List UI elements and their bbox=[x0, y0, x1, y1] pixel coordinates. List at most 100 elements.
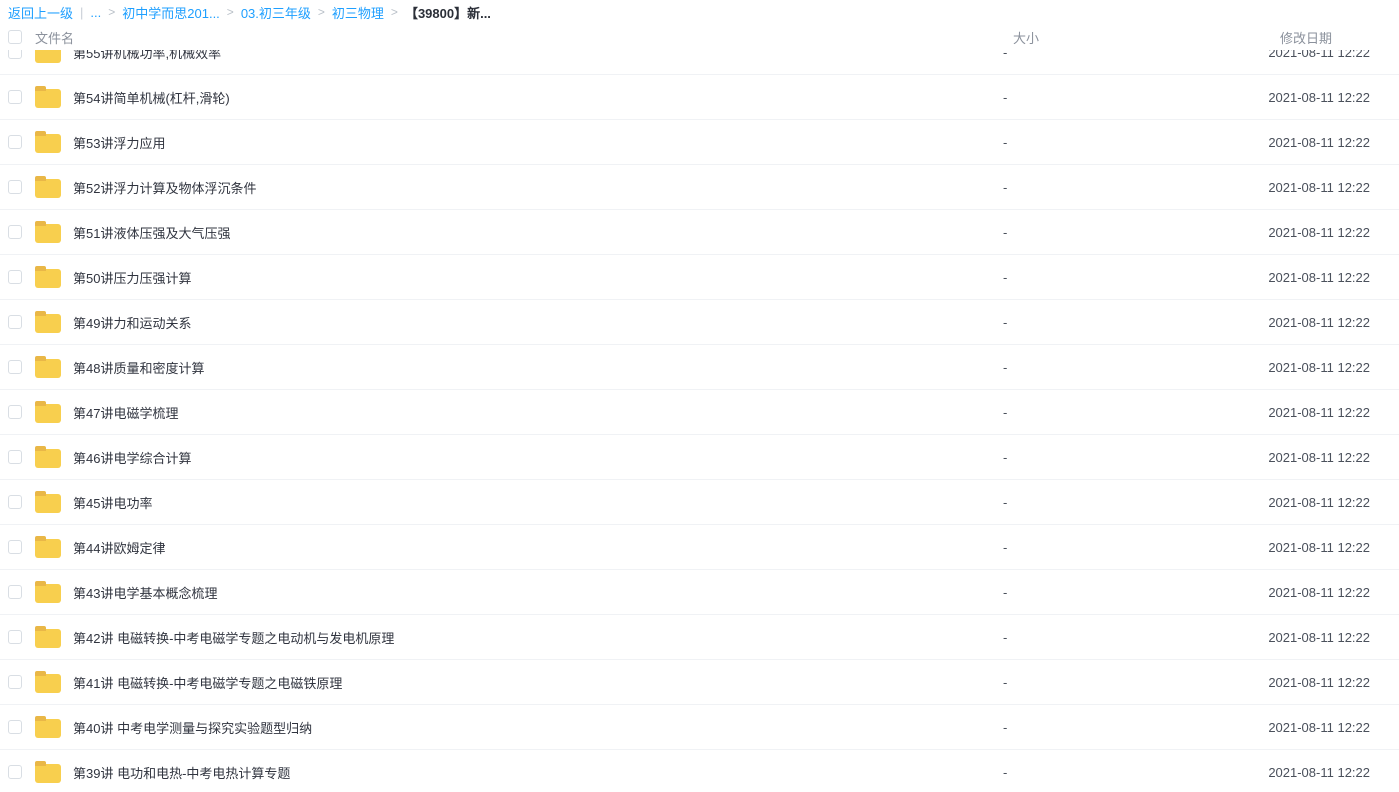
file-name-link[interactable]: 第47讲电磁学梳理 bbox=[73, 403, 1003, 422]
file-row[interactable]: 第55讲机械功率,机械效率 - 2021-08-11 12:22 bbox=[0, 50, 1399, 75]
file-row[interactable]: 第42讲 电磁转换-中考电磁学专题之电动机与发电机原理 - 2021-08-11… bbox=[0, 615, 1399, 660]
file-modified-date: 2021-08-11 12:22 bbox=[1153, 270, 1370, 285]
breadcrumb-link-3[interactable]: 初三物理 bbox=[332, 3, 384, 22]
file-row[interactable]: 第54讲简单机械(杠杆,滑轮) - 2021-08-11 12:22 bbox=[0, 75, 1399, 120]
file-row[interactable]: 第48讲质量和密度计算 - 2021-08-11 12:22 bbox=[0, 345, 1399, 390]
file-row[interactable]: 第40讲 中考电学测量与探究实验题型归纳 - 2021-08-11 12:22 bbox=[0, 705, 1399, 750]
file-name-link[interactable]: 第48讲质量和密度计算 bbox=[73, 358, 1003, 377]
file-row[interactable]: 第47讲电磁学梳理 - 2021-08-11 12:22 bbox=[0, 390, 1399, 435]
breadcrumb: 返回上一级 | ... > 初中学而思201... > 03.初三年级 > 初三… bbox=[0, 0, 1399, 24]
file-row[interactable]: 第46讲电学综合计算 - 2021-08-11 12:22 bbox=[0, 435, 1399, 480]
folder-icon bbox=[35, 584, 61, 603]
file-modified-date: 2021-08-11 12:22 bbox=[1153, 630, 1370, 645]
row-checkbox[interactable] bbox=[8, 765, 22, 779]
row-checkbox[interactable] bbox=[8, 50, 22, 59]
row-checkbox[interactable] bbox=[8, 675, 22, 689]
row-checkbox[interactable] bbox=[8, 405, 22, 419]
file-size: - bbox=[1003, 405, 1153, 420]
folder-icon bbox=[35, 764, 61, 783]
breadcrumb-link-1[interactable]: 初中学而思201... bbox=[122, 3, 220, 22]
folder-icon bbox=[35, 50, 61, 63]
file-name-link[interactable]: 第42讲 电磁转换-中考电磁学专题之电动机与发电机原理 bbox=[73, 628, 1003, 647]
file-row[interactable]: 第52讲浮力计算及物体浮沉条件 - 2021-08-11 12:22 bbox=[0, 165, 1399, 210]
folder-icon bbox=[35, 89, 61, 108]
file-row[interactable]: 第43讲电学基本概念梳理 - 2021-08-11 12:22 bbox=[0, 570, 1399, 615]
file-row[interactable]: 第49讲力和运动关系 - 2021-08-11 12:22 bbox=[0, 300, 1399, 345]
file-size: - bbox=[1003, 720, 1153, 735]
row-checkbox[interactable] bbox=[8, 180, 22, 194]
file-size: - bbox=[1003, 585, 1153, 600]
file-size: - bbox=[1003, 765, 1153, 780]
file-modified-date: 2021-08-11 12:22 bbox=[1153, 450, 1370, 465]
file-name-link[interactable]: 第44讲欧姆定律 bbox=[73, 538, 1003, 557]
file-modified-date: 2021-08-11 12:22 bbox=[1153, 765, 1370, 780]
folder-icon bbox=[35, 404, 61, 423]
file-name-link[interactable]: 第51讲液体压强及大气压强 bbox=[73, 223, 1003, 242]
file-modified-date: 2021-08-11 12:22 bbox=[1153, 675, 1370, 690]
breadcrumb-link-2[interactable]: 03.初三年级 bbox=[241, 3, 311, 22]
folder-icon bbox=[35, 179, 61, 198]
breadcrumb-back-link[interactable]: 返回上一级 bbox=[8, 3, 73, 22]
row-checkbox[interactable] bbox=[8, 720, 22, 734]
folder-icon bbox=[35, 494, 61, 513]
file-size: - bbox=[1003, 180, 1153, 195]
row-checkbox[interactable] bbox=[8, 360, 22, 374]
file-name-link[interactable]: 第41讲 电磁转换-中考电磁学专题之电磁铁原理 bbox=[73, 673, 1003, 692]
row-checkbox[interactable] bbox=[8, 135, 22, 149]
file-row[interactable]: 第44讲欧姆定律 - 2021-08-11 12:22 bbox=[0, 525, 1399, 570]
file-name-link[interactable]: 第55讲机械功率,机械效率 bbox=[73, 50, 1003, 62]
file-name-link[interactable]: 第49讲力和运动关系 bbox=[73, 313, 1003, 332]
file-list: 第55讲机械功率,机械效率 - 2021-08-11 12:22 第54讲简单机… bbox=[0, 50, 1399, 792]
folder-icon bbox=[35, 269, 61, 288]
folder-icon bbox=[35, 449, 61, 468]
chevron-right-icon: > bbox=[108, 5, 115, 19]
row-checkbox[interactable] bbox=[8, 540, 22, 554]
folder-icon bbox=[35, 674, 61, 693]
file-name-link[interactable]: 第50讲压力压强计算 bbox=[73, 268, 1003, 287]
file-name-link[interactable]: 第53讲浮力应用 bbox=[73, 133, 1003, 152]
file-name-link[interactable]: 第46讲电学综合计算 bbox=[73, 448, 1003, 467]
folder-icon bbox=[35, 314, 61, 333]
file-modified-date: 2021-08-11 12:22 bbox=[1153, 180, 1370, 195]
breadcrumb-link-ellipsis[interactable]: ... bbox=[90, 5, 101, 20]
chevron-right-icon: > bbox=[391, 5, 398, 19]
file-modified-date: 2021-08-11 12:22 bbox=[1153, 360, 1370, 375]
file-modified-date: 2021-08-11 12:22 bbox=[1153, 315, 1370, 330]
row-checkbox[interactable] bbox=[8, 90, 22, 104]
file-modified-date: 2021-08-11 12:22 bbox=[1153, 540, 1370, 555]
file-size: - bbox=[1003, 270, 1153, 285]
row-checkbox[interactable] bbox=[8, 585, 22, 599]
row-checkbox[interactable] bbox=[8, 270, 22, 284]
file-size: - bbox=[1003, 450, 1153, 465]
file-size: - bbox=[1003, 50, 1153, 60]
file-size: - bbox=[1003, 495, 1153, 510]
file-row[interactable]: 第45讲电功率 - 2021-08-11 12:22 bbox=[0, 480, 1399, 525]
row-checkbox[interactable] bbox=[8, 495, 22, 509]
file-name-link[interactable]: 第39讲 电功和电热-中考电热计算专题 bbox=[73, 763, 1003, 782]
file-modified-date: 2021-08-11 12:22 bbox=[1153, 495, 1370, 510]
file-name-link[interactable]: 第45讲电功率 bbox=[73, 493, 1003, 512]
file-modified-date: 2021-08-11 12:22 bbox=[1153, 720, 1370, 735]
row-checkbox[interactable] bbox=[8, 225, 22, 239]
row-checkbox[interactable] bbox=[8, 315, 22, 329]
column-header-filename[interactable]: 文件名 bbox=[35, 28, 1003, 47]
chevron-right-icon: > bbox=[227, 5, 234, 19]
file-name-link[interactable]: 第40讲 中考电学测量与探究实验题型归纳 bbox=[73, 718, 1003, 737]
file-name-link[interactable]: 第43讲电学基本概念梳理 bbox=[73, 583, 1003, 602]
file-row[interactable]: 第51讲液体压强及大气压强 - 2021-08-11 12:22 bbox=[0, 210, 1399, 255]
file-size: - bbox=[1003, 360, 1153, 375]
file-modified-date: 2021-08-11 12:22 bbox=[1153, 585, 1370, 600]
file-row[interactable]: 第53讲浮力应用 - 2021-08-11 12:22 bbox=[0, 120, 1399, 165]
column-header-modified-date[interactable]: 修改日期 bbox=[1153, 28, 1370, 47]
file-row[interactable]: 第39讲 电功和电热-中考电热计算专题 - 2021-08-11 12:22 bbox=[0, 750, 1399, 792]
file-name-link[interactable]: 第52讲浮力计算及物体浮沉条件 bbox=[73, 178, 1003, 197]
row-checkbox[interactable] bbox=[8, 630, 22, 644]
file-row[interactable]: 第41讲 电磁转换-中考电磁学专题之电磁铁原理 - 2021-08-11 12:… bbox=[0, 660, 1399, 705]
file-row[interactable]: 第50讲压力压强计算 - 2021-08-11 12:22 bbox=[0, 255, 1399, 300]
row-checkbox[interactable] bbox=[8, 450, 22, 464]
file-size: - bbox=[1003, 540, 1153, 555]
breadcrumb-current: 【39800】新... bbox=[405, 3, 491, 22]
column-header-size[interactable]: 大小 bbox=[1003, 28, 1153, 47]
file-name-link[interactable]: 第54讲简单机械(杠杆,滑轮) bbox=[73, 88, 1003, 107]
select-all-checkbox[interactable] bbox=[8, 30, 22, 44]
